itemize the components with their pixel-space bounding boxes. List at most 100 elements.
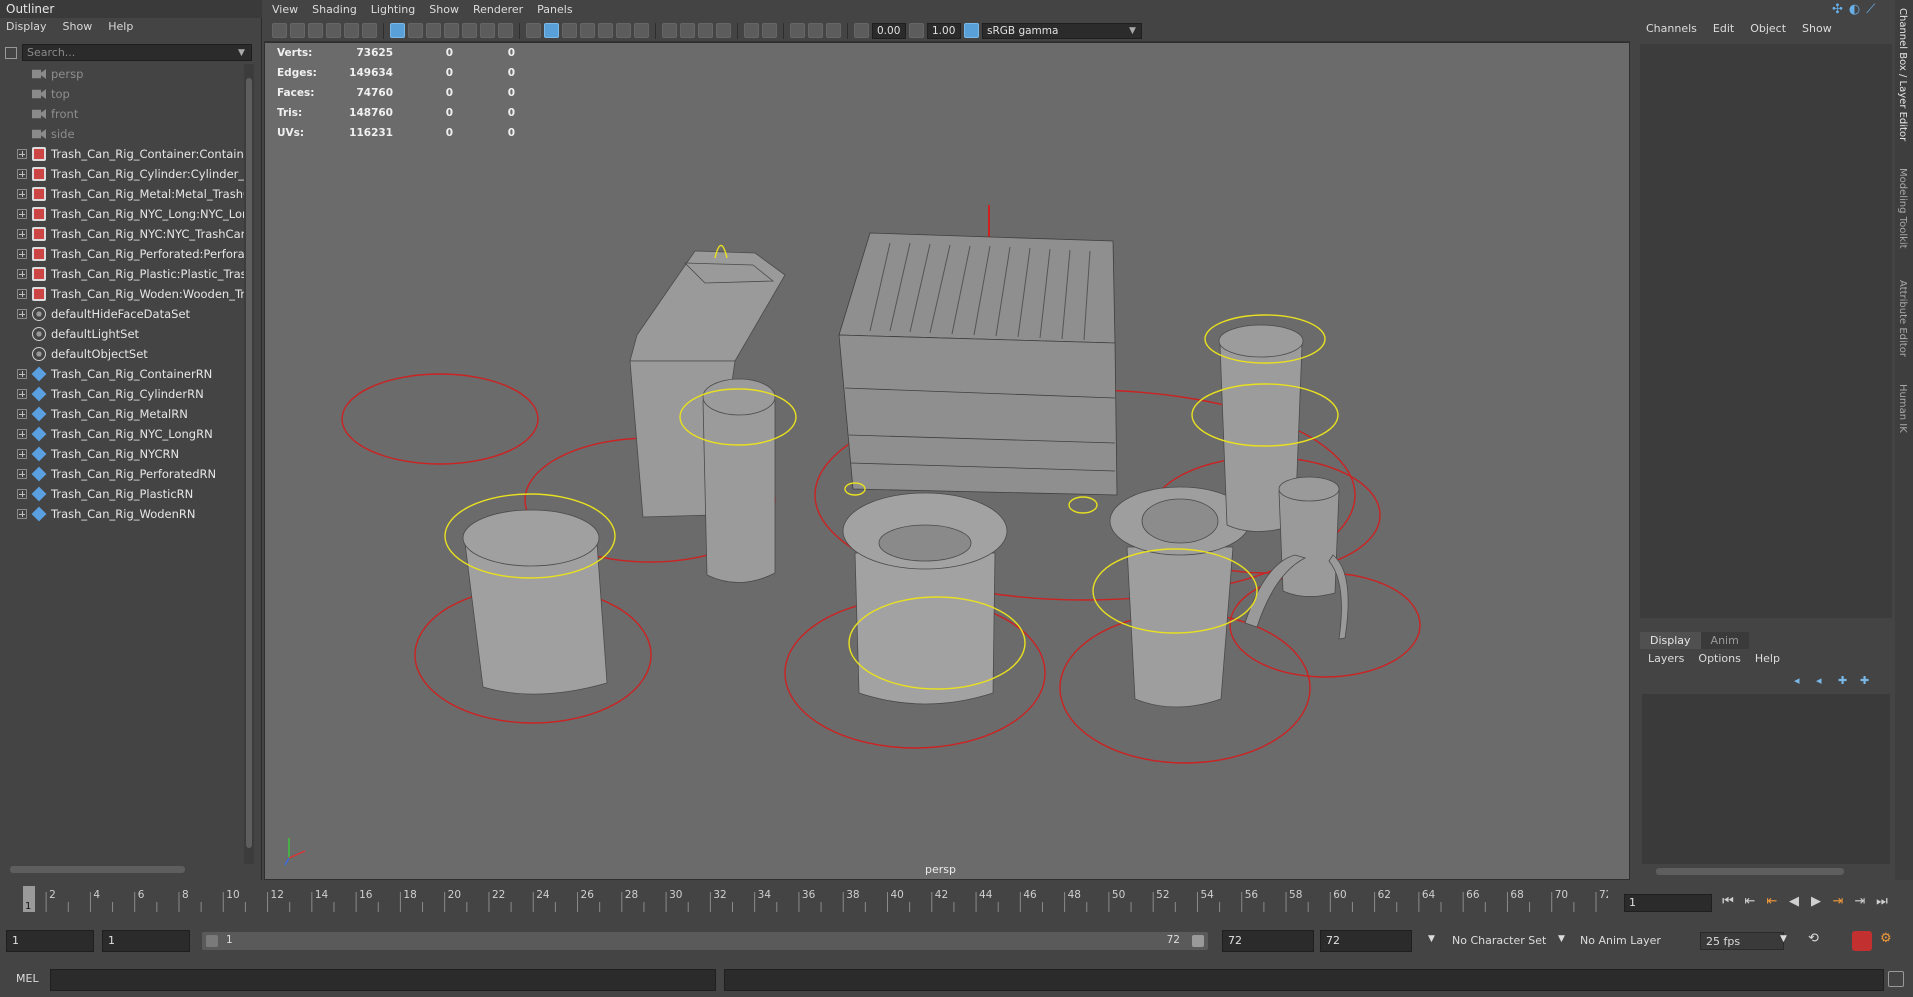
smooth-shade-icon[interactable] (544, 23, 559, 38)
motion-blur-icon[interactable] (662, 23, 677, 38)
layer-editor-scrollbar[interactable] (1656, 868, 1844, 875)
bookmark-icon[interactable] (308, 23, 323, 38)
outliner-item[interactable]: defaultHideFaceDataSet (0, 304, 244, 324)
viewport-menu-panels[interactable]: Panels (537, 3, 572, 17)
manipulator-icon[interactable]: ✣ (1832, 2, 1843, 17)
outliner-item[interactable]: Trash_Can_Rig_NYC_LongRN (0, 424, 244, 444)
side-tab-modeling-toolkit[interactable]: Modeling Toolkit (1897, 168, 1908, 249)
outliner-item[interactable]: top (0, 84, 244, 104)
expand-toggle-icon[interactable] (17, 429, 27, 439)
expand-toggle-icon[interactable] (17, 209, 27, 219)
channels-menu[interactable]: Channels (1646, 22, 1697, 35)
anim-layer-label[interactable]: No Anim Layer (1580, 934, 1661, 947)
script-editor-icon[interactable] (1888, 971, 1904, 987)
outliner-item[interactable]: Trash_Can_Rig_PerforatedRN (0, 464, 244, 484)
expand-toggle-icon[interactable] (17, 469, 27, 479)
layers-menu[interactable]: Layers (1648, 652, 1684, 665)
new-layer-selected-icon[interactable]: ✚ (1838, 674, 1852, 687)
outliner-item[interactable]: Trash_Can_Rig_MetalRN (0, 404, 244, 424)
expand-toggle-icon[interactable] (17, 169, 27, 179)
outliner-item[interactable]: Trash_Can_Rig_CylinderRN (0, 384, 244, 404)
expand-toggle-icon[interactable] (17, 269, 27, 279)
outliner-item[interactable]: Trash_Can_Rig_NYCRN (0, 444, 244, 464)
edit-menu[interactable]: Edit (1713, 22, 1734, 35)
image-plane-icon[interactable] (326, 23, 341, 38)
expand-toggle-icon[interactable] (17, 489, 27, 499)
field-chart-icon[interactable] (462, 23, 477, 38)
time-ruler[interactable]: 2 4 6 8 10 12 14 16 18 20 22 24 26 28 30 32 34 36 38 40 42 44… (16, 884, 1608, 914)
new-layer-icon[interactable]: ✚ (1860, 674, 1874, 687)
outliner-item[interactable]: Trash_Can_Rig_Woden:Wooden_Tras (0, 284, 244, 304)
gamma-field[interactable]: 1.00 (927, 22, 961, 39)
help-menu[interactable]: Help (1755, 652, 1780, 665)
outliner-item[interactable]: Trash_Can_Rig_ContainerRN (0, 364, 244, 384)
play-forwards-icon[interactable]: ▶ (1808, 894, 1824, 909)
step-forward-frame-icon[interactable]: ⇥ (1830, 894, 1846, 909)
outliner-item[interactable]: Trash_Can_Rig_WodenRN (0, 504, 244, 524)
outliner-item[interactable]: Trash_Can_Rig_Metal:Metal_TrashCar (0, 184, 244, 204)
expand-toggle-icon[interactable] (17, 409, 27, 419)
grid-toggle-icon[interactable] (390, 23, 405, 38)
playback-start-field[interactable]: 1 (102, 930, 190, 952)
script-language-label[interactable]: MEL (16, 972, 39, 985)
character-set-arrow-icon[interactable]: ▼ (1428, 934, 1435, 944)
xray-active-components-icon[interactable] (762, 23, 777, 38)
multisample-aa-icon[interactable] (680, 23, 695, 38)
channel-box-area[interactable] (1640, 44, 1892, 618)
side-tab-human-ik[interactable]: Human IK (1897, 384, 1908, 433)
search-dropdown-icon[interactable]: ▼ (238, 48, 245, 58)
gamma-reset-icon[interactable] (909, 23, 924, 38)
shadows-icon[interactable] (616, 23, 631, 38)
outliner-item[interactable]: Trash_Can_Rig_NYC:NYC_TrashCan (0, 224, 244, 244)
outliner-item[interactable]: side (0, 124, 244, 144)
outliner-search-input[interactable]: Search... (22, 44, 252, 61)
outliner-item[interactable]: Trash_Can_Rig_Cylinder:Cylinder_Tras (0, 164, 244, 184)
resolution-gate-icon[interactable] (426, 23, 441, 38)
time-slider[interactable]: 2 4 6 8 10 12 14 16 18 20 22 24 26 28 30 32 34 36 38 40 42 44… (0, 884, 1913, 914)
safe-action-icon[interactable] (480, 23, 495, 38)
expand-toggle-icon[interactable] (17, 289, 27, 299)
auto-key-icon[interactable] (1852, 931, 1872, 951)
expand-toggle-icon[interactable] (17, 309, 27, 319)
outliner-menu-help[interactable]: Help (108, 20, 133, 36)
xray-joints-icon[interactable] (790, 23, 805, 38)
use-all-lights-icon[interactable] (598, 23, 613, 38)
range-end-handle[interactable] (1192, 935, 1204, 947)
exposure-icon[interactable] (826, 23, 841, 38)
isolate-select-icon[interactable] (716, 23, 731, 38)
side-tab-channel-box[interactable]: Channel Box / Layer Editor (1897, 8, 1908, 141)
ambient-occlusion-icon[interactable] (634, 23, 649, 38)
xray-icon[interactable] (744, 23, 759, 38)
2d-pan-zoom-icon[interactable] (344, 23, 359, 38)
backface-culling-icon[interactable] (808, 23, 823, 38)
expand-toggle-icon[interactable] (17, 449, 27, 459)
outliner-item[interactable]: defaultObjectSet (0, 344, 244, 364)
expand-toggle-icon[interactable] (17, 229, 27, 239)
outliner-item[interactable]: defaultLightSet (0, 324, 244, 344)
color-management-icon[interactable] (964, 23, 979, 38)
camera-attributes-icon[interactable] (290, 23, 305, 38)
viewport-menu-view[interactable]: View (272, 3, 298, 17)
expand-toggle-icon[interactable] (17, 509, 27, 519)
outliner-menu-show[interactable]: Show (63, 20, 93, 36)
viewport-menu-lighting[interactable]: Lighting (371, 3, 415, 17)
depth-of-field-icon[interactable] (698, 23, 713, 38)
fps-dropdown[interactable]: 25 fps (1700, 932, 1784, 950)
step-back-frame-icon[interactable]: ⇤ (1764, 894, 1780, 909)
outliner-item[interactable]: Trash_Can_Rig_PlasticRN (0, 484, 244, 504)
current-time-field[interactable]: 1 (1624, 894, 1712, 912)
tab-display[interactable]: Display (1640, 632, 1701, 649)
go-to-start-icon[interactable]: ⏮ (1720, 894, 1736, 909)
outliner-scroll-thumb[interactable] (246, 78, 252, 848)
playback-end-field[interactable]: 72 (1222, 930, 1314, 952)
wireframe-on-shaded-icon[interactable] (562, 23, 577, 38)
fps-dropdown-arrow-icon[interactable]: ▼ (1780, 934, 1787, 944)
expand-toggle-icon[interactable] (17, 369, 27, 379)
range-start-handle[interactable] (206, 935, 218, 947)
outliner-horizontal-scrollbar[interactable] (10, 866, 185, 873)
show-menu[interactable]: Show (1802, 22, 1832, 35)
safe-title-icon[interactable] (498, 23, 513, 38)
color-space-dropdown[interactable]: sRGB gamma (982, 22, 1142, 39)
wireframe-icon[interactable] (526, 23, 541, 38)
expand-toggle-icon[interactable] (17, 149, 27, 159)
